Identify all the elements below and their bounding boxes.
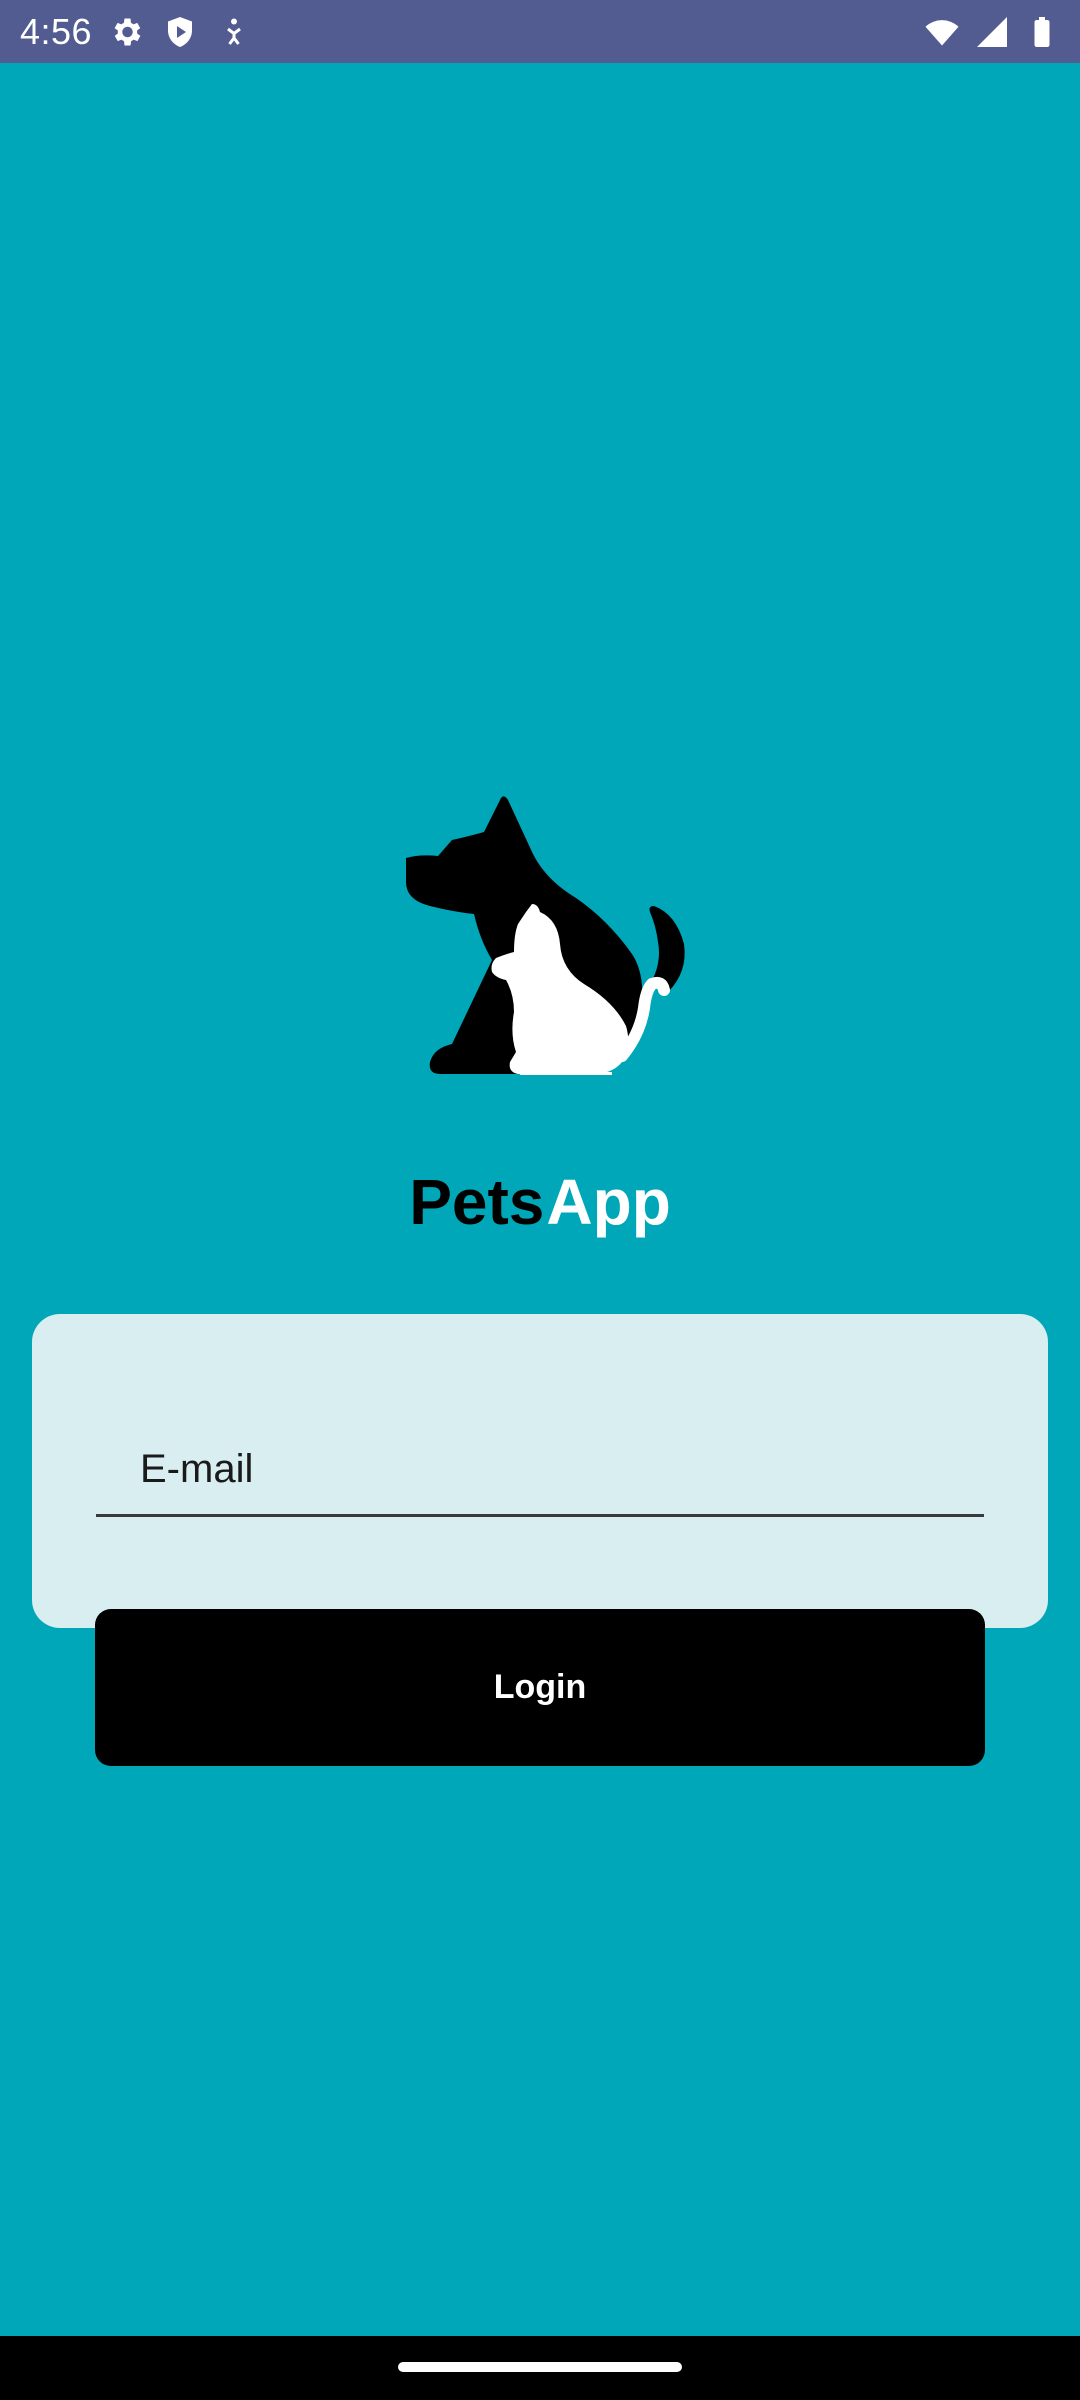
status-icons-left [108,14,252,50]
app-title: PetsApp [0,1160,1080,1244]
status-icons-right [924,14,1060,50]
pets-logo [400,794,690,1076]
app-title-app: App [546,1166,671,1238]
wifi-icon [924,14,960,50]
navigation-bar [0,2336,1080,2400]
shield-play-icon [162,14,198,50]
battery-icon [1024,14,1060,50]
accessibility-icon [216,14,252,50]
email-input[interactable] [96,1424,984,1514]
status-time: 4:56 [20,11,93,52]
login-button[interactable]: Login [95,1609,985,1766]
app-title-pets: Pets [409,1166,545,1238]
status-bar: 4:56 [0,0,1080,63]
home-indicator[interactable] [398,2362,682,2372]
login-card [32,1314,1048,1628]
gear-icon [108,14,144,50]
cell-signal-icon [974,14,1010,50]
dog-cat-silhouette-icon [406,796,685,1075]
email-field[interactable] [96,1424,984,1517]
